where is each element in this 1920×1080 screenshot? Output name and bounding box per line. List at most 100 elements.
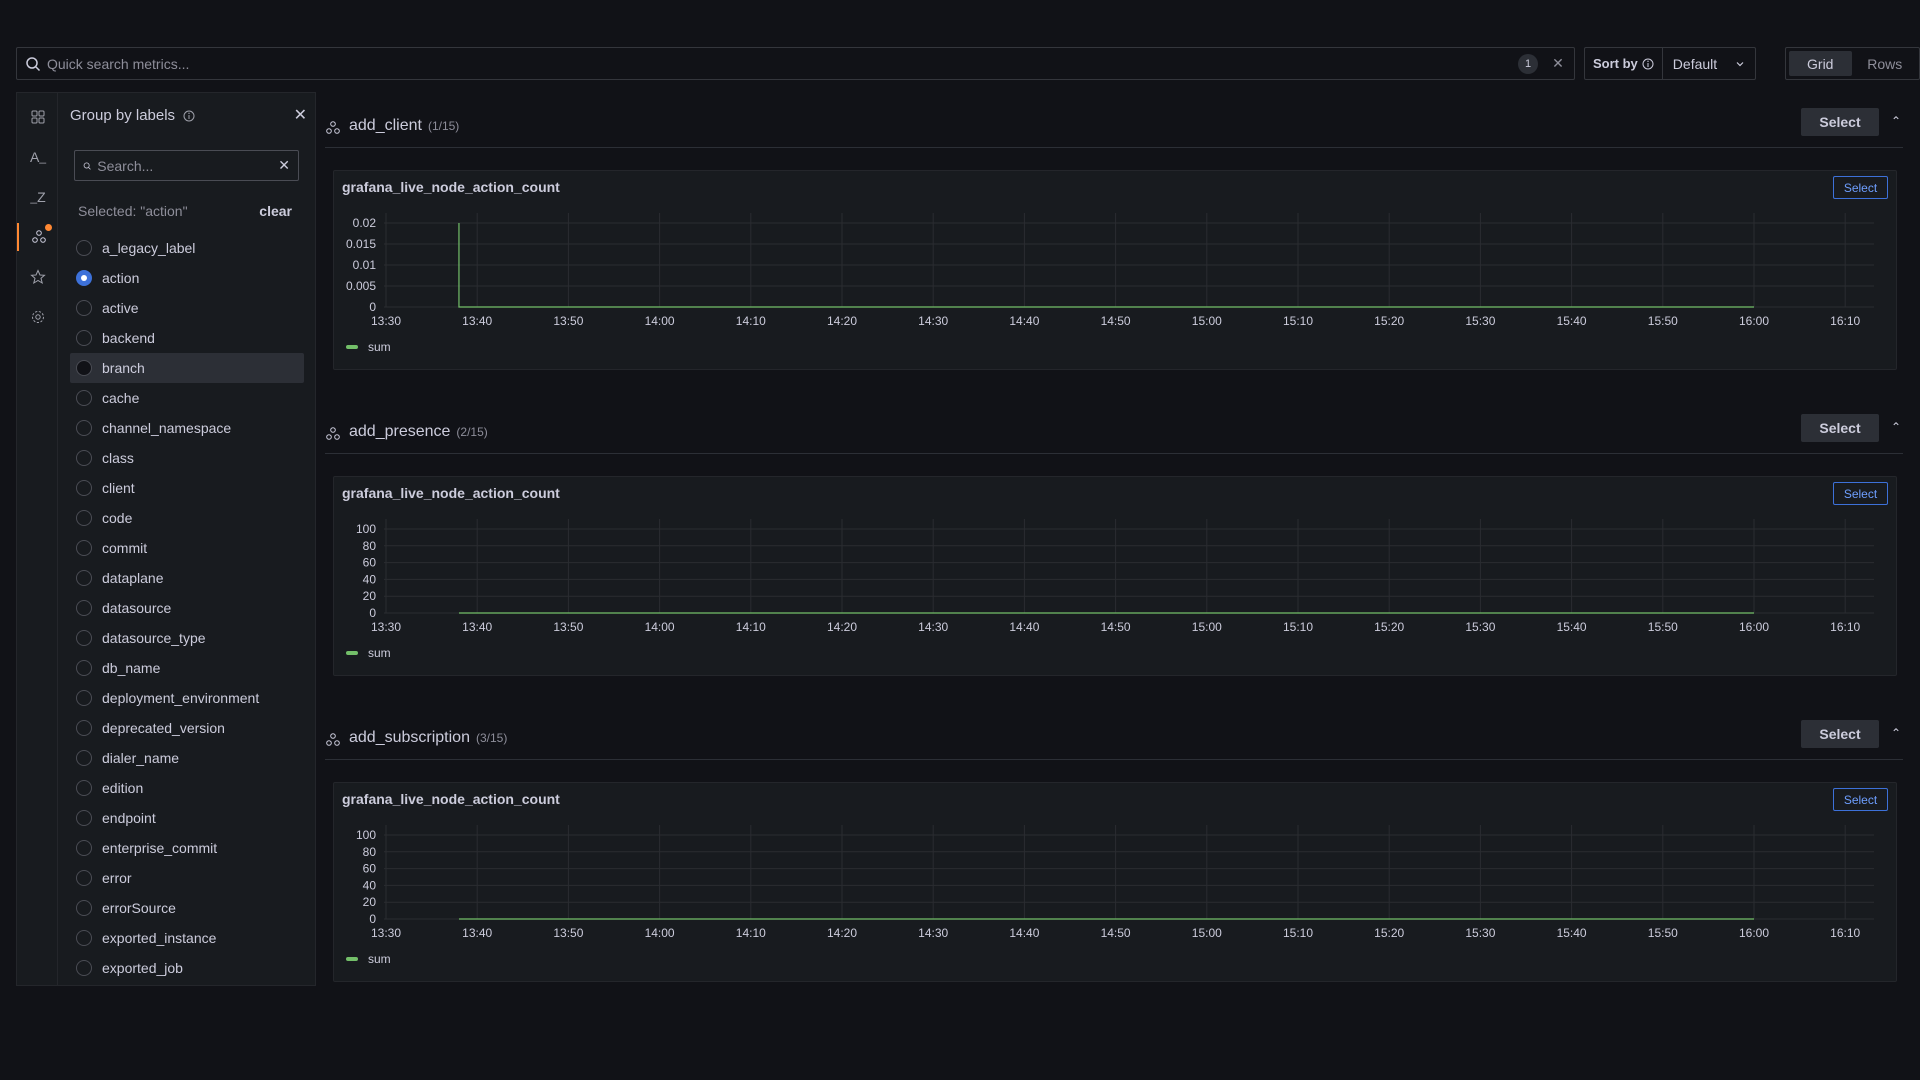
label-option[interactable]: dataplane bbox=[70, 563, 304, 593]
legend-label[interactable]: sum bbox=[368, 340, 391, 354]
section-select-button[interactable]: Select bbox=[1801, 108, 1879, 136]
group-by-labels-icon[interactable] bbox=[17, 223, 59, 251]
label-option[interactable]: deprecated_version bbox=[70, 713, 304, 743]
sort-by-select[interactable]: Default bbox=[1663, 48, 1755, 79]
label-radio[interactable] bbox=[76, 330, 92, 346]
info-icon bbox=[1642, 58, 1654, 69]
label-radio[interactable] bbox=[76, 300, 92, 316]
legend-swatch bbox=[346, 957, 358, 961]
label-option[interactable]: class bbox=[70, 443, 304, 473]
chart: 13:30 13:40 13:50 14:00 14:10 14:20 14:30 14:40… bbox=[346, 519, 1874, 660]
label-option[interactable]: errorSource bbox=[70, 893, 304, 923]
label-option[interactable]: db_name bbox=[70, 653, 304, 683]
sort-z-icon[interactable]: _ Z bbox=[17, 183, 59, 211]
label-option[interactable]: branch bbox=[70, 353, 304, 383]
label-option[interactable]: exported_job bbox=[70, 953, 304, 983]
label-option[interactable]: backend bbox=[70, 323, 304, 353]
search-icon bbox=[26, 56, 41, 71]
label-option[interactable]: dialer_name bbox=[70, 743, 304, 773]
collapse-chevron-icon[interactable]: ⌃ bbox=[1891, 726, 1901, 740]
label-option[interactable]: active bbox=[70, 293, 304, 323]
metric-section: add_subscription (3/15) Select ⌃ 13:30 13:… bbox=[325, 720, 1903, 990]
panel-select-button[interactable]: Select bbox=[1833, 788, 1888, 811]
panel-select-button[interactable]: Select bbox=[1833, 176, 1888, 199]
label-option[interactable]: client bbox=[70, 473, 304, 503]
x-tick-label: 14:30 bbox=[918, 620, 948, 634]
label-radio[interactable] bbox=[76, 420, 92, 436]
label-option[interactable]: exported_instance bbox=[70, 923, 304, 953]
x-tick-label: 13:30 bbox=[371, 926, 401, 940]
x-tick-label: 15:10 bbox=[1283, 620, 1313, 634]
label-option[interactable]: deployment_environment bbox=[70, 683, 304, 713]
label-option[interactable]: code bbox=[70, 503, 304, 533]
y-tick-label: 40 bbox=[363, 878, 377, 892]
section-select-button[interactable]: Select bbox=[1801, 720, 1879, 748]
label-radio[interactable] bbox=[76, 360, 92, 376]
apps-grid-icon[interactable] bbox=[17, 103, 59, 131]
label-radio[interactable] bbox=[76, 690, 92, 706]
label-radio[interactable] bbox=[76, 720, 92, 736]
label-option[interactable]: endpoint bbox=[70, 803, 304, 833]
y-tick-label: 80 bbox=[363, 539, 377, 553]
group-by-labels-icon bbox=[326, 733, 340, 746]
collapse-chevron-icon[interactable]: ⌃ bbox=[1891, 114, 1901, 128]
label-search-input[interactable] bbox=[97, 157, 279, 174]
label-radio[interactable] bbox=[76, 570, 92, 586]
label-option[interactable]: action bbox=[70, 263, 304, 293]
rows-view-button[interactable]: Rows bbox=[1854, 51, 1917, 76]
label-option[interactable]: datasource_type bbox=[70, 623, 304, 653]
label-radio[interactable] bbox=[76, 930, 92, 946]
panel-select-button[interactable]: Select bbox=[1833, 482, 1888, 505]
label-radio[interactable] bbox=[76, 480, 92, 496]
legend-label[interactable]: sum bbox=[368, 646, 391, 660]
label-radio[interactable] bbox=[76, 750, 92, 766]
label-option[interactable]: cache bbox=[70, 383, 304, 413]
sort-by-control[interactable]: Sort by Default bbox=[1584, 47, 1756, 80]
label-radio[interactable] bbox=[76, 630, 92, 646]
label-radio[interactable] bbox=[76, 780, 92, 796]
label-option[interactable]: a_legacy_label bbox=[70, 233, 304, 263]
label-radio[interactable] bbox=[76, 870, 92, 886]
close-icon[interactable]: ✕ bbox=[294, 105, 307, 125]
label-radio[interactable] bbox=[76, 240, 92, 256]
label-option[interactable]: enterprise_commit bbox=[70, 833, 304, 863]
collapse-chevron-icon[interactable]: ⌃ bbox=[1891, 420, 1901, 434]
section-select-button[interactable]: Select bbox=[1801, 414, 1879, 442]
label-radio[interactable] bbox=[76, 660, 92, 676]
label-option-text: db_name bbox=[102, 660, 161, 676]
selected-label-row: Selected: "action" clear bbox=[78, 203, 292, 219]
label-radio[interactable] bbox=[76, 450, 92, 466]
label-radio[interactable] bbox=[76, 960, 92, 976]
label-radio[interactable] bbox=[76, 510, 92, 526]
label-radio[interactable] bbox=[76, 270, 92, 286]
sort-a-icon[interactable]: A _ bbox=[17, 143, 59, 171]
label-option[interactable]: commit bbox=[70, 533, 304, 563]
label-radio[interactable] bbox=[76, 840, 92, 856]
star-icon[interactable] bbox=[17, 263, 59, 291]
view-toggle: Grid Rows bbox=[1785, 47, 1920, 80]
label-option[interactable]: datasource bbox=[70, 593, 304, 623]
clear-search-icon[interactable]: ✕ bbox=[1550, 55, 1566, 72]
label-option[interactable]: edition bbox=[70, 773, 304, 803]
label-radio[interactable] bbox=[76, 810, 92, 826]
grid-view-button[interactable]: Grid bbox=[1789, 51, 1852, 76]
x-tick-label: 16:00 bbox=[1739, 926, 1769, 940]
x-tick-label: 16:00 bbox=[1739, 620, 1769, 634]
label-radio[interactable] bbox=[76, 900, 92, 916]
metric-search-input[interactable] bbox=[47, 55, 1518, 72]
label-radio[interactable] bbox=[76, 600, 92, 616]
label-option[interactable]: error bbox=[70, 863, 304, 893]
metric-search[interactable]: 1 ✕ bbox=[16, 47, 1575, 80]
settings-gear-icon[interactable] bbox=[17, 303, 59, 331]
clear-label-search-icon[interactable]: ✕ bbox=[278, 157, 290, 174]
label-option[interactable]: channel_namespace bbox=[70, 413, 304, 443]
x-tick-label: 14:30 bbox=[918, 314, 948, 328]
group-by-labels-icon bbox=[326, 427, 340, 440]
legend-label[interactable]: sum bbox=[368, 952, 391, 966]
x-tick-label: 14:00 bbox=[645, 620, 675, 634]
x-tick-label: 14:50 bbox=[1101, 314, 1131, 328]
label-radio[interactable] bbox=[76, 390, 92, 406]
label-radio[interactable] bbox=[76, 540, 92, 556]
label-search[interactable]: ✕ bbox=[74, 150, 299, 181]
clear-selection-button[interactable]: clear bbox=[259, 203, 292, 219]
